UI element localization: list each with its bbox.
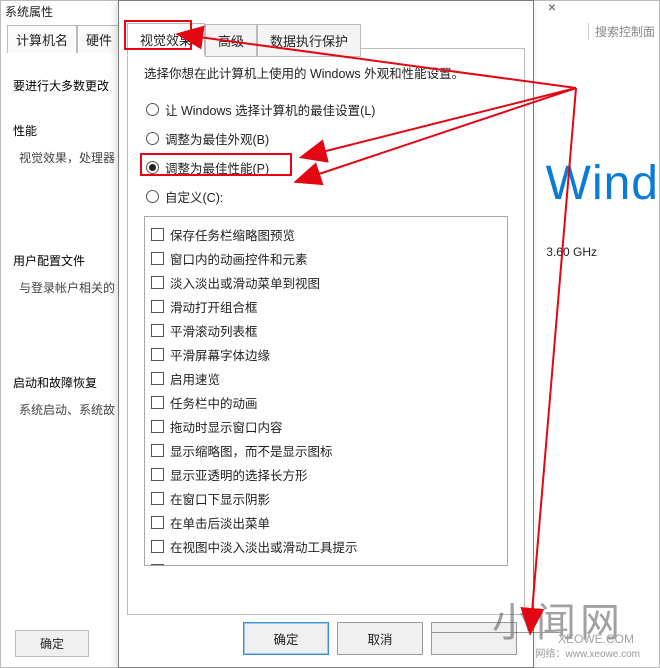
checkbox-label: 平滑屏幕字体边缘 [170, 345, 270, 364]
checkbox-row[interactable]: 显示亚透明的选择长方形 [151, 465, 501, 484]
bg-title: 系统属性 [5, 3, 53, 20]
checkbox-row[interactable]: 拖动时显示窗口内容 [151, 417, 501, 436]
checkbox-row[interactable]: 淡入淡出或滑动菜单到视图 [151, 273, 501, 292]
checkbox-row[interactable]: 在视图中淡入淡出或滑动工具提示 [151, 537, 501, 556]
radio-icon [146, 132, 159, 145]
checkbox-icon [151, 324, 164, 337]
checkbox-icon [151, 564, 164, 566]
radio-icon [146, 103, 159, 116]
bg-perf-title: 性能 [13, 122, 123, 139]
radio-label: 调整为最佳外观(B) [165, 129, 269, 148]
radio-label: 调整为最佳性能(P) [165, 158, 269, 177]
dialog-tabs: 视觉效果 高级 数据执行保护 [127, 23, 361, 56]
bg-heading: 要进行大多数更改 [13, 77, 123, 94]
checkbox-row[interactable]: 窗口内的动画控件和元素 [151, 249, 501, 268]
checkbox-label: 滑动打开组合框 [170, 297, 258, 316]
radio-label: 让 Windows 选择计算机的最佳设置(L) [165, 100, 375, 119]
checkbox-row[interactable]: 在窗口下显示阴影 [151, 489, 501, 508]
dialog-body: 选择你想在此计算机上使用的 Windows 外观和性能设置。 让 Windows… [127, 48, 525, 615]
cancel-button[interactable]: 取消 [337, 622, 423, 655]
windows-brand-fragment: Wind [546, 156, 659, 211]
checkbox-label: 保存任务栏缩略图预览 [170, 225, 295, 244]
checkbox-row[interactable]: 保存任务栏缩略图预览 [151, 225, 501, 244]
bg-startup-title: 启动和故障恢复 [13, 374, 123, 391]
radio-best-performance[interactable]: 调整为最佳性能(P) [146, 158, 508, 177]
checkbox-label: 在单击后淡出菜单 [170, 513, 270, 532]
checkbox-icon [151, 540, 164, 553]
checkbox-label: 窗口内的动画控件和元素 [170, 249, 308, 268]
checkbox-row[interactable]: 任务栏中的动画 [151, 393, 501, 412]
checkbox-label: 在窗口下显示阴影 [170, 489, 270, 508]
performance-options-dialog: 视觉效果 高级 数据执行保护 选择你想在此计算机上使用的 Windows 外观和… [118, 0, 534, 668]
bg-left-panel: 要进行大多数更改 性能 视觉效果，处理器 用户配置文件 与登录帐户相关的 启动和… [13, 71, 123, 418]
checkbox-label: 在视图中淡入淡出或滑动工具提示 [170, 537, 358, 556]
bg-perf-sub: 视觉效果，处理器 [19, 149, 123, 166]
checkbox-icon [151, 228, 164, 241]
radio-icon [146, 190, 159, 203]
checkbox-label: 在鼠标指针下显示阴影 [170, 561, 295, 566]
bg-startup-sub: 系统启动、系统故 [19, 401, 123, 418]
checkbox-icon [151, 372, 164, 385]
dialog-description: 选择你想在此计算机上使用的 Windows 外观和性能设置。 [144, 63, 508, 82]
checkbox-label: 显示亚透明的选择长方形 [170, 465, 308, 484]
checkbox-icon [151, 252, 164, 265]
bg-ok-button[interactable]: 确定 [15, 630, 89, 657]
checkbox-icon [151, 348, 164, 361]
checkbox-row[interactable]: 滑动打开组合框 [151, 297, 501, 316]
checkbox-icon [151, 492, 164, 505]
radio-best-appearance[interactable]: 调整为最佳外观(B) [146, 129, 508, 148]
apply-button[interactable]: . [431, 622, 517, 655]
close-icon[interactable]: × [529, 0, 575, 19]
tab-dep[interactable]: 数据执行保护 [257, 24, 361, 57]
checkbox-row[interactable]: 显示缩略图，而不是显示图标 [151, 441, 501, 460]
checkbox-label: 拖动时显示窗口内容 [170, 417, 283, 436]
checkbox-label: 显示缩略图，而不是显示图标 [170, 441, 333, 460]
checkbox-row[interactable]: 平滑滚动列表框 [151, 321, 501, 340]
bg-tab-computer-name[interactable]: 计算机名 [7, 25, 77, 53]
checkbox-icon [151, 300, 164, 313]
radio-custom[interactable]: 自定义(C): [146, 187, 508, 206]
bg-profile-sub: 与登录帐户相关的 [19, 279, 123, 296]
radio-let-windows[interactable]: 让 Windows 选择计算机的最佳设置(L) [146, 100, 508, 119]
checkbox-icon [151, 468, 164, 481]
ok-button[interactable]: 确定 [243, 622, 329, 655]
checkbox-label: 淡入淡出或滑动菜单到视图 [170, 273, 320, 292]
checkbox-icon [151, 516, 164, 529]
tab-advanced[interactable]: 高级 [205, 24, 257, 57]
cpu-ghz: 3.60 GHz [546, 245, 597, 259]
checkbox-icon [151, 420, 164, 433]
bg-tab-hardware[interactable]: 硬件 [77, 25, 121, 53]
checkbox-row[interactable]: 在鼠标指针下显示阴影 [151, 561, 501, 566]
radio-label: 自定义(C): [165, 187, 223, 206]
bg-profile-title: 用户配置文件 [13, 252, 123, 269]
checkbox-label: 任务栏中的动画 [170, 393, 258, 412]
checkbox-row[interactable]: 平滑屏幕字体边缘 [151, 345, 501, 364]
checkbox-label: 启用速览 [170, 369, 220, 388]
visual-effects-list[interactable]: 保存任务栏缩略图预览窗口内的动画控件和元素淡入淡出或滑动菜单到视图滑动打开组合框… [144, 216, 508, 566]
checkbox-icon [151, 276, 164, 289]
checkbox-label: 平滑滚动列表框 [170, 321, 258, 340]
tab-visual-effects[interactable]: 视觉效果 [127, 23, 205, 56]
search-placeholder[interactable]: 搜索控制面 [588, 23, 655, 40]
checkbox-row[interactable]: 启用速览 [151, 369, 501, 388]
radio-icon [146, 161, 159, 174]
checkbox-row[interactable]: 在单击后淡出菜单 [151, 513, 501, 532]
dialog-buttons: 确定 取消 . [243, 622, 517, 655]
checkbox-icon [151, 396, 164, 409]
checkbox-icon [151, 444, 164, 457]
